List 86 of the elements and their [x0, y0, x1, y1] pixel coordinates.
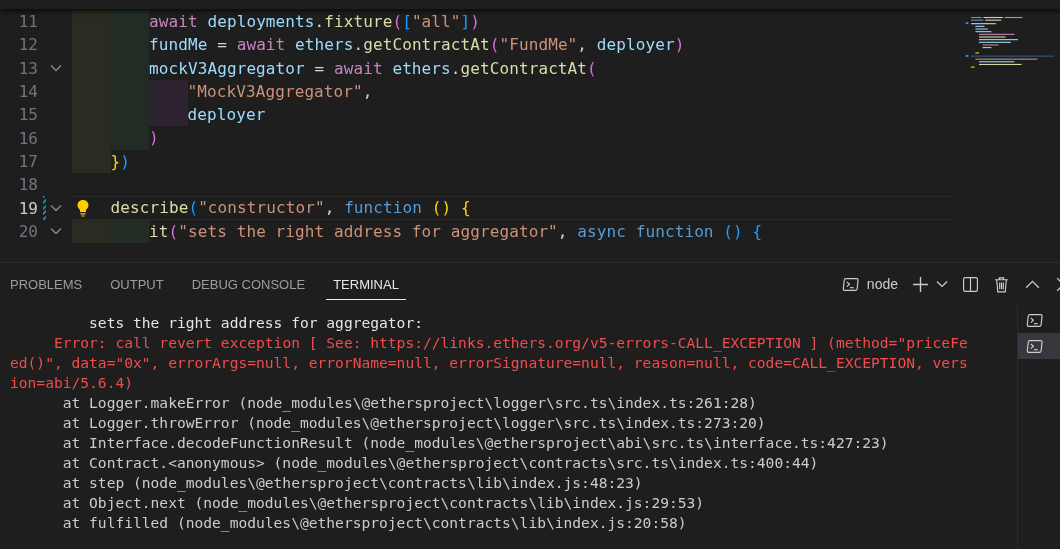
code-token: fundMe — [149, 34, 208, 57]
plus-icon[interactable] — [912, 275, 929, 293]
chevron-icon[interactable] — [50, 64, 62, 73]
line-number: 14 — [17, 82, 38, 102]
terminal-line: sets the right address for aggregator: — [88, 313, 424, 333]
line-number: 18 — [17, 175, 38, 195]
terminal-list-item[interactable] — [1018, 333, 1060, 359]
code-token: "all" — [411, 11, 461, 33]
code-token: = — [313, 57, 326, 80]
code-token: getContractAt — [460, 57, 588, 80]
code-token: ) — [120, 150, 130, 173]
code-token: ) — [674, 34, 685, 57]
terminal-line: Error: call revert exception [ See: https://links.ethers.org/v5-errors-CALL_EXCEPTION ] (method="priceFeed()", data="0x", errorArgs=null, errorName=null, errorSignature=null, reason=null, code=CALL_EXCEPTION, version=abi/5.6.4) — [10, 333, 968, 393]
line-number: 20 — [17, 221, 38, 241]
line-number: 17 — [17, 151, 38, 171]
code-token: . — [353, 34, 364, 57]
code-token: "sets the right address for aggregator" — [178, 220, 558, 243]
code-token: , — [557, 220, 569, 243]
code-token: await — [334, 57, 383, 80]
code-token: function — [344, 197, 422, 220]
code-token: ethers — [391, 57, 451, 80]
terminal-icon[interactable] — [1026, 337, 1043, 355]
chevron-icon[interactable] — [50, 204, 62, 212]
code-token: "MockV3Aggregator" — [187, 80, 363, 103]
line-number: 19 — [17, 198, 38, 218]
code-token: await — [149, 11, 198, 33]
code-token: ) — [149, 127, 159, 150]
code-token: mockV3Aggregator — [149, 57, 305, 80]
terminal-icon[interactable] — [1026, 311, 1043, 329]
code-token: ( — [168, 220, 179, 243]
chevron-icon[interactable] — [50, 227, 62, 236]
code-token: await — [236, 34, 286, 57]
code-token: () — [722, 220, 743, 243]
code-token: ( — [188, 197, 199, 220]
code-token: [ — [402, 11, 412, 33]
terminal-line: at fulfilled (node_modules\@ethersproject\contracts\lib\index.js:20:58) — [61, 513, 688, 533]
code-token: function — [634, 220, 714, 243]
code-token: ( — [587, 57, 597, 80]
line-number: 11 — [17, 12, 38, 32]
trash-icon[interactable] — [993, 275, 1010, 293]
line-number: 15 — [17, 105, 38, 125]
terminal-name[interactable]: node — [866, 276, 898, 292]
line-number: 16 — [17, 128, 38, 148]
code-token: ( — [489, 34, 500, 57]
code-token: { — [751, 220, 763, 243]
chevron-down-icon[interactable] — [936, 280, 948, 288]
code-token: async — [577, 220, 626, 243]
code-token: = — [216, 34, 228, 57]
line-number: 13 — [17, 58, 38, 78]
lightbulb-icon[interactable] — [76, 199, 90, 218]
indent-guide — [72, 10, 111, 34]
terminal-line: at step (node_modules\@ethersproject\contracts\lib\index.js:48:23) — [61, 473, 644, 493]
code-token: { — [459, 197, 471, 220]
terminal-line: at Logger.throwError (node_modules\@ethersproject\logger\src.ts\index.ts:273:20) — [61, 413, 767, 433]
code-token: ethers — [294, 34, 354, 57]
code-token: . — [450, 57, 461, 80]
code-token: () — [430, 197, 452, 220]
terminal-line: at Logger.makeError (node_modules\@ethersproject\logger\src.ts\index.ts:261:28) — [61, 393, 758, 413]
panel-tab[interactable]: OUTPUT — [103, 268, 171, 300]
terminal-line: at Interface.decodeFunctionResult (node_modules\@ethersproject\abi\src.ts\interface.ts:427:23) — [61, 433, 890, 453]
code-token: deployer — [596, 34, 675, 57]
code-token: ) — [470, 11, 480, 33]
panel-tab[interactable]: PROBLEMS — [3, 268, 90, 300]
code-token: . — [314, 11, 325, 33]
terminal-line: at Contract.<anonymous> (node_modules\@ethersproject\contracts\src.ts\index.ts:400:44) — [61, 453, 820, 473]
code-token: "constructor" — [198, 197, 325, 220]
panel-tab[interactable]: TERMINAL — [326, 268, 406, 300]
code-token: getContractAt — [363, 34, 490, 57]
terminal-icon[interactable] — [841, 275, 859, 293]
terminal-line: at Object.next (node_modules\@ethersproject\contracts\lib\index.js:29:53) — [61, 493, 706, 513]
code-token: , — [324, 197, 336, 220]
split-icon[interactable] — [962, 275, 979, 293]
code-token: , — [362, 80, 373, 103]
panel-tab[interactable]: DEBUG CONSOLE — [184, 268, 313, 300]
code-token: "FundMe" — [499, 34, 578, 57]
code-token: deployments — [206, 11, 315, 33]
code-token: fixture — [324, 11, 393, 33]
code-token: , — [577, 34, 589, 57]
code-token: it — [149, 220, 169, 243]
code-token: deployer — [187, 104, 266, 127]
indent-guide — [110, 10, 150, 34]
line-number: 12 — [17, 35, 38, 55]
code-token: ] — [460, 11, 471, 33]
code-token: describe — [110, 197, 189, 220]
code-token: } — [110, 150, 121, 173]
code-token: ( — [392, 11, 403, 33]
